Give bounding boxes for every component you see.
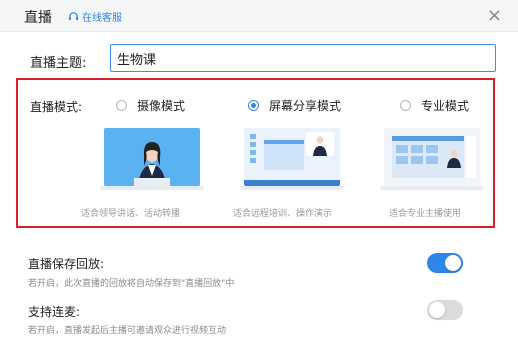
co-host-description: 若开启，直播发起后主播可邀请观众进行视频互动	[28, 326, 227, 336]
laptop-screen	[244, 128, 340, 186]
laptop-screen	[104, 128, 200, 186]
camera-mode-description: 适合领导讲话、活动转播	[81, 209, 181, 219]
radio-selected-icon	[248, 100, 259, 111]
laptop-screen	[384, 128, 480, 186]
co-host-toggle[interactable]	[427, 300, 463, 320]
pro-mode-preview[interactable]	[380, 128, 484, 192]
close-icon[interactable]: ×	[487, 5, 502, 26]
co-host-title: 支持连麦:	[28, 305, 81, 319]
radio-camera-mode[interactable]: 摄像模式	[116, 97, 185, 114]
camera-mode-preview[interactable]	[100, 128, 204, 192]
radio-circle-icon	[400, 100, 411, 111]
pro-mode-label: 专业模式	[421, 99, 470, 113]
radio-circle-icon	[116, 100, 127, 111]
screen-share-mode-description: 适合远程培训、操作演示	[233, 209, 333, 219]
toggle-knob	[429, 302, 445, 318]
toggle-knob	[445, 255, 461, 271]
studio-illustration-icon	[384, 128, 480, 186]
headset-icon	[68, 11, 79, 22]
screen-share-mode-label: 屏幕分享模式	[269, 99, 342, 113]
camera-mode-label: 摄像模式	[137, 99, 186, 113]
laptop-base	[240, 186, 344, 190]
dialog-title: 直播	[24, 10, 52, 26]
online-service-label: 在线客服	[82, 13, 122, 24]
title-bar: 直播 在线客服 ×	[0, 0, 518, 32]
save-replay-title: 直播保存回放:	[28, 257, 105, 271]
save-replay-toggle[interactable]	[427, 253, 463, 273]
pro-mode-description: 适合专业主播使用	[389, 209, 462, 219]
laptop-base	[380, 186, 484, 190]
radio-pro-mode[interactable]: 专业模式	[400, 97, 469, 114]
live-mode-section: 直播模式: 摄像模式 屏幕分享模式 专业模式 适合领导讲话、活动转播 适合远程培…	[16, 78, 495, 228]
laptop-base	[100, 186, 204, 190]
screen-share-mode-preview[interactable]	[240, 128, 344, 192]
live-mode-label: 直播模式:	[30, 100, 83, 114]
radio-screen-share-mode[interactable]: 屏幕分享模式	[248, 97, 341, 114]
save-replay-description: 若开启，此次直播的回放将自动保存到"直播回放"中	[28, 279, 235, 289]
topic-input[interactable]	[110, 44, 496, 72]
presenter-illustration-icon	[104, 128, 200, 186]
topic-label: 直播主题:	[30, 56, 87, 71]
online-service-link[interactable]: 在线客服	[68, 9, 122, 24]
desktop-share-illustration-icon	[244, 128, 340, 186]
